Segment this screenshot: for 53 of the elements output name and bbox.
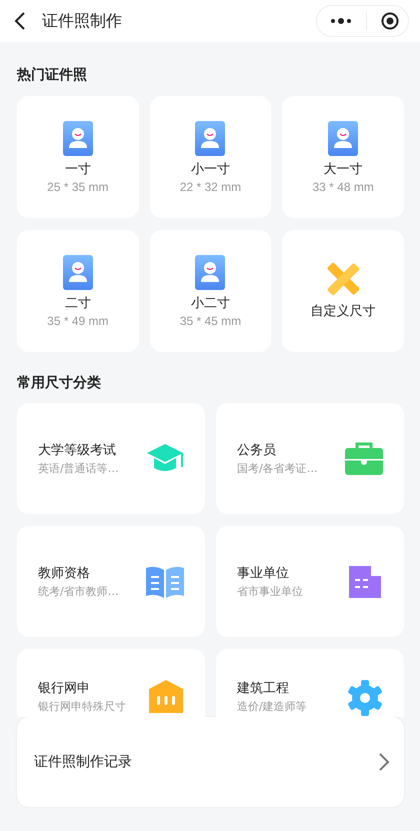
portrait-icon	[328, 120, 358, 156]
category-card[interactable]: 大学等级考试 英语/普通话等…	[17, 403, 205, 514]
category-description: 银行网申特殊尺寸	[38, 699, 126, 714]
size-card[interactable]: 自定义尺寸	[282, 230, 404, 352]
category-description: 国考/各省考证…	[237, 461, 318, 476]
category-description: 统考/省市教师…	[38, 584, 119, 599]
close-icon[interactable]	[381, 12, 399, 30]
category-description: 省市事业单位	[237, 584, 303, 599]
building-icon	[346, 564, 384, 598]
category-name: 大学等级考试	[38, 442, 117, 459]
size-dimensions: 35 * 49 mm	[47, 314, 108, 328]
bank-icon	[147, 679, 185, 713]
portrait-icon	[195, 120, 226, 156]
category-card[interactable]: 教师资格 统考/省市教师…	[17, 526, 205, 637]
size-name: 大一寸	[324, 160, 363, 178]
page-title: 证件照制作	[42, 10, 123, 32]
category-description: 英语/普通话等…	[38, 461, 119, 476]
size-card[interactable]: 小一寸 22 * 32 mm	[150, 96, 272, 218]
size-card[interactable]: 大一寸 33 * 48 mm	[282, 96, 404, 218]
portrait-icon	[62, 120, 93, 156]
category-name: 银行网申	[38, 680, 91, 697]
size-name: 二寸	[64, 294, 91, 312]
size-name: 小一寸	[190, 160, 230, 178]
portrait-icon	[62, 254, 93, 290]
size-dimensions: 25 * 35 mm	[47, 180, 108, 194]
gear-icon	[346, 679, 384, 717]
category-card[interactable]: 事业单位 省市事业单位	[216, 526, 404, 637]
size-card[interactable]: 小二寸 35 * 45 mm	[150, 230, 272, 352]
chevron-right-icon	[378, 752, 390, 772]
size-card[interactable]: 二寸 35 * 49 mm	[17, 230, 139, 352]
back-icon[interactable]	[14, 12, 26, 30]
briefcase-icon	[344, 442, 384, 476]
book-icon	[145, 564, 185, 598]
category-card[interactable]: 公务员 国考/各省考证…	[216, 403, 404, 514]
category-name: 公务员	[237, 442, 277, 459]
size-dimensions: 22 * 32 mm	[180, 180, 242, 194]
size-dimensions: 35 * 45 mm	[180, 314, 242, 328]
size-name: 自定义尺寸	[310, 303, 376, 320]
category-name: 建筑工程	[237, 680, 290, 697]
more-icon[interactable]	[330, 18, 352, 24]
size-card[interactable]: 一寸 25 * 35 mm	[17, 96, 139, 218]
section-title: 热门证件照	[17, 66, 88, 85]
category-card[interactable]: 建筑工程 造价/建造师等	[216, 649, 404, 717]
record-card[interactable]: 证件照制作记录	[17, 717, 404, 807]
size-name: 一寸	[64, 160, 91, 178]
section-title: 常用尺寸分类	[17, 374, 102, 393]
category-name: 教师资格	[38, 565, 91, 582]
size-name: 小二寸	[190, 294, 230, 312]
category-description: 造价/建造师等	[237, 699, 307, 714]
category-name: 事业单位	[237, 565, 290, 582]
portrait-icon	[195, 254, 226, 290]
size-dimensions: 33 * 48 mm	[312, 180, 374, 194]
category-card[interactable]: 银行网申 银行网申特殊尺寸	[17, 649, 205, 717]
